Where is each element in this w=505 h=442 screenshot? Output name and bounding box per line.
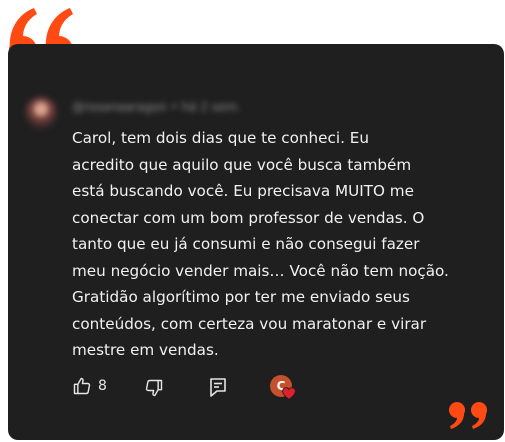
comment-text: Carol, tem dois dias que te conheci. Eu … (72, 129, 449, 359)
dislike-button[interactable] (144, 378, 164, 398)
comment-actions: 8 C (0, 370, 505, 406)
quote-close-icon (449, 402, 487, 429)
creator-heart-badge[interactable]: C (270, 375, 300, 403)
avatar[interactable] (25, 97, 57, 129)
heart-icon (282, 387, 296, 400)
comment-author-meta[interactable]: @rosanaaragon • há 2 sem. (72, 100, 241, 114)
thumbs-up-icon (73, 377, 91, 395)
reply-icon (210, 378, 226, 397)
like-count: 8 (98, 378, 107, 394)
like-button[interactable]: 8 (72, 376, 107, 396)
thumbs-down-icon (145, 379, 163, 397)
reply-button[interactable] (209, 377, 227, 397)
